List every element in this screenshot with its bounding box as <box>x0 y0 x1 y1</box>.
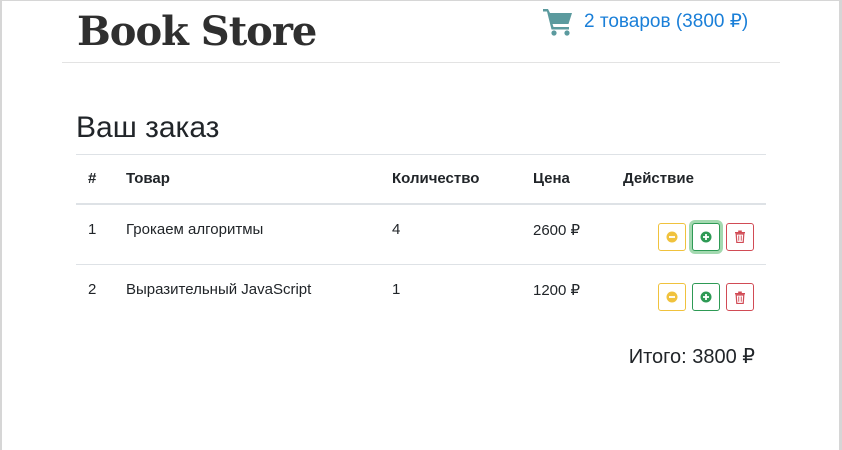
product-price: 1200 ₽ <box>521 264 611 326</box>
decrease-quantity-button[interactable] <box>657 283 686 311</box>
product-quantity: 4 <box>380 203 521 265</box>
cart-summary[interactable]: 2 товаров (3800 ₽) <box>584 10 748 33</box>
column-header-product: Товар <box>114 154 380 205</box>
order-table: # Товар Количество Цена Действие 1 Грока… <box>76 154 766 326</box>
table-header-row: # Товар Количество Цена Действие <box>76 154 766 205</box>
decrease-quantity-button[interactable] <box>657 222 686 251</box>
remove-item-button[interactable] <box>726 222 754 251</box>
order-total: Итого: 3800 ₽ <box>628 346 755 368</box>
product-name: Выразительный JavaScript <box>114 264 380 326</box>
cart-link[interactable]: 2 товаров (3800 ₽) <box>542 6 748 36</box>
trash-icon <box>735 291 745 304</box>
increase-quantity-button[interactable] <box>691 222 720 251</box>
column-header-price: Цена <box>521 154 611 205</box>
product-price: 2600 ₽ <box>521 203 611 265</box>
minus-circle-icon <box>666 291 678 303</box>
trash-icon <box>735 230 745 243</box>
column-header-number: # <box>76 154 114 205</box>
row-actions <box>611 203 766 265</box>
minus-circle-icon <box>666 231 678 242</box>
page-title: Ваш заказ <box>76 111 220 144</box>
header: Book Store 2 товаров (3800 ₽) <box>62 0 780 63</box>
table-row: 2 Выразительный JavaScript 1 1200 ₽ <box>76 264 766 326</box>
column-header-action: Действие <box>611 154 766 205</box>
plus-circle-icon <box>700 231 712 242</box>
row-number: 2 <box>76 264 114 326</box>
row-actions <box>611 264 766 326</box>
brand-title[interactable]: Book Store <box>77 8 317 56</box>
row-number: 1 <box>76 203 114 265</box>
increase-quantity-button[interactable] <box>691 283 720 311</box>
product-name: Грокаем алгоритмы <box>114 203 380 265</box>
table-row: 1 Грокаем алгоритмы 4 2600 ₽ <box>76 203 766 265</box>
product-quantity: 1 <box>380 264 521 326</box>
remove-item-button[interactable] <box>726 283 754 311</box>
column-header-quantity: Количество <box>380 154 521 205</box>
plus-circle-icon <box>700 291 712 303</box>
shopping-cart-icon <box>543 9 572 36</box>
